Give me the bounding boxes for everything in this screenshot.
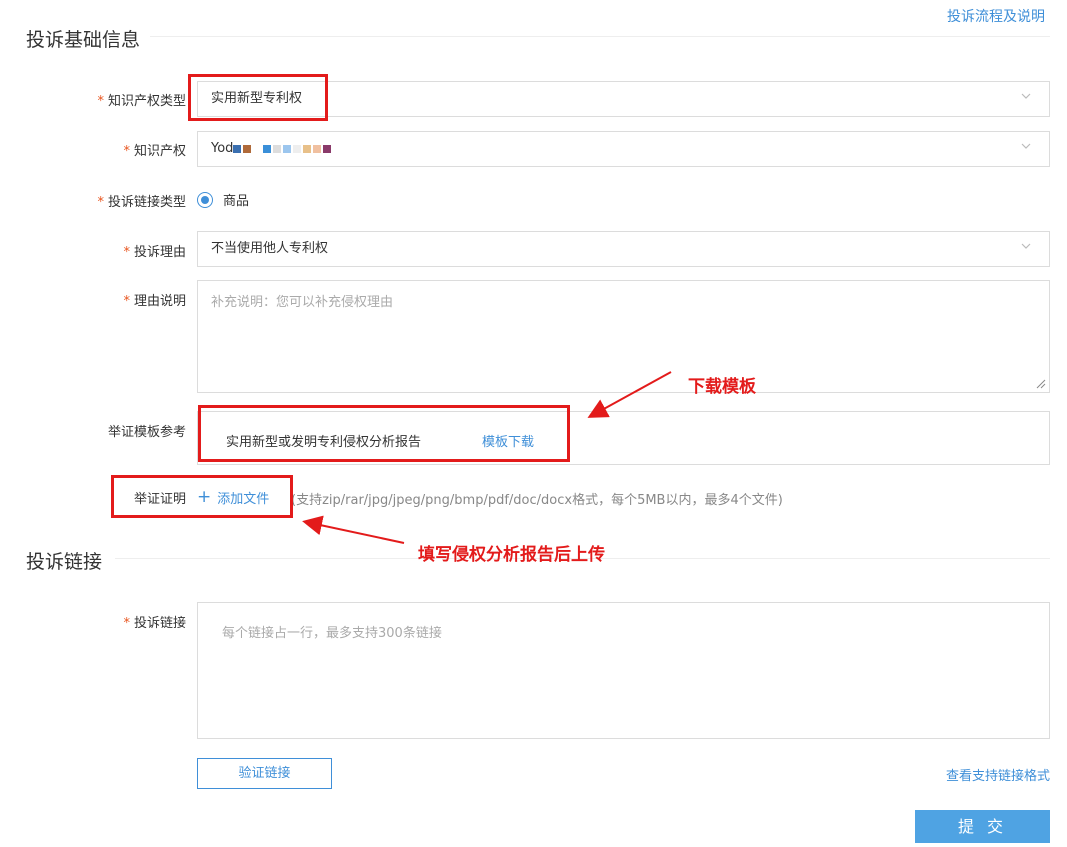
annotation-download-template: 下载模板 — [688, 377, 756, 397]
annotation-upload-report: 填写侵权分析报告后上传 — [418, 545, 605, 565]
annotation-arrows — [302, 371, 672, 544]
